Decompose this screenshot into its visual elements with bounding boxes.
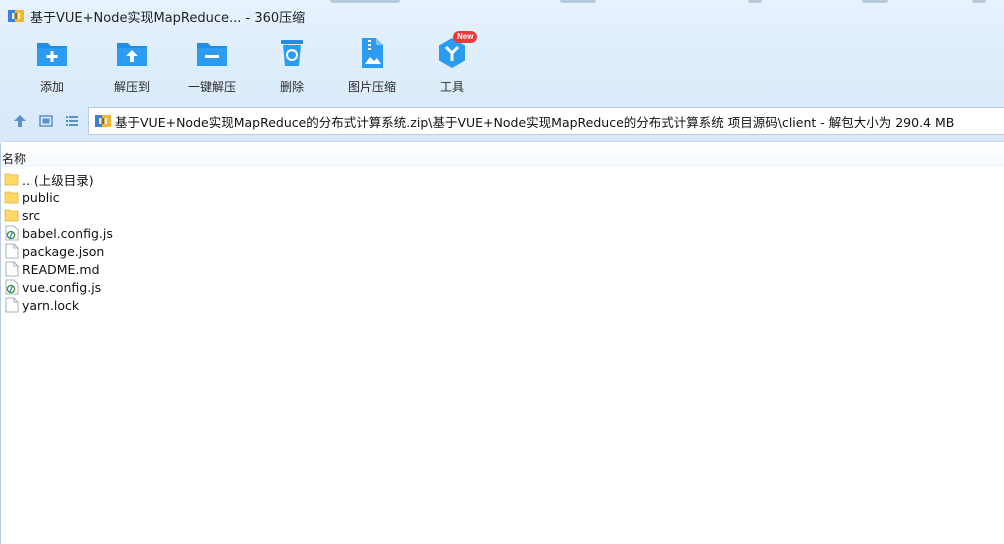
list-item[interactable]: README.md — [4, 260, 113, 278]
list-item[interactable]: .. (上级目录) — [4, 170, 113, 188]
tools-button[interactable]: New 工具 — [412, 31, 492, 100]
navigation-row: 基于VUE+Node实现MapReduce的分布式计算系统.zip\基于VUE+… — [0, 106, 1004, 136]
folder-extract-icon — [115, 36, 149, 70]
new-badge: New — [453, 31, 478, 43]
list-item[interactable]: package.json — [4, 242, 113, 260]
file-list: 名称 .. (上级目录) public src babel.config.js … — [0, 143, 1004, 544]
file-name: README.md — [22, 261, 100, 277]
file-name: yarn.lock — [22, 297, 80, 313]
folder-icon — [4, 207, 20, 223]
delete-button[interactable]: 删除 — [252, 36, 332, 100]
toolbar: 添加 解压到 一键解压 删除 图片压缩 New 工具 — [0, 31, 1004, 100]
list-item[interactable]: babel.config.js — [4, 224, 113, 242]
file-name: src — [22, 207, 41, 223]
file-icon — [4, 297, 20, 313]
title-bar: 基于VUE+Node实现MapReduce... - 360压缩 — [0, 0, 1004, 32]
list-item[interactable]: src — [4, 206, 113, 224]
top-area: 基于VUE+Node实现MapReduce... - 360压缩 添加 解压到 … — [0, 0, 1004, 142]
file-name: public — [22, 189, 60, 205]
window-title: 基于VUE+Node实现MapReduce... - 360压缩 — [30, 10, 306, 26]
add-button[interactable]: 添加 — [12, 36, 92, 100]
tools-icon: New — [435, 31, 478, 70]
thumbnail-view-icon[interactable] — [38, 113, 54, 129]
folder-icon — [4, 189, 20, 205]
one-click-extract-label: 一键解压 — [187, 80, 236, 94]
folder-oneclick-icon — [195, 36, 229, 70]
archive-app-icon — [8, 8, 24, 24]
column-header-name[interactable]: 名称 — [2, 150, 26, 167]
image-compress-button[interactable]: 图片压缩 — [332, 36, 412, 100]
list-item[interactable]: vue.config.js — [4, 278, 113, 296]
file-name: .. (上级目录) — [22, 172, 94, 188]
file-rows: .. (上级目录) public src babel.config.js pac… — [4, 170, 113, 314]
up-arrow-icon[interactable] — [12, 113, 28, 129]
image-compress-icon — [355, 36, 389, 70]
archive-file-icon — [95, 113, 111, 129]
folder-add-icon — [35, 36, 69, 70]
file-name: vue.config.js — [22, 279, 102, 295]
delete-label: 删除 — [279, 80, 304, 94]
app-window: 基于VUE+Node实现MapReduce... - 360压缩 添加 解压到 … — [0, 0, 1004, 544]
file-icon — [4, 261, 20, 277]
list-view-icon[interactable] — [64, 113, 80, 129]
address-path: 基于VUE+Node实现MapReduce的分布式计算系统.zip\基于VUE+… — [115, 114, 955, 130]
list-item[interactable]: public — [4, 188, 113, 206]
js-file-icon — [4, 279, 20, 295]
js-file-icon — [4, 225, 20, 241]
one-click-extract-button[interactable]: 一键解压 — [172, 36, 252, 100]
extract-to-button[interactable]: 解压到 — [92, 36, 172, 100]
file-name: babel.config.js — [22, 225, 113, 241]
list-header: 名称 — [1, 147, 1004, 167]
folder-icon — [4, 171, 20, 187]
add-label: 添加 — [39, 80, 64, 94]
file-name: package.json — [22, 243, 105, 259]
image-compress-label: 图片压缩 — [347, 80, 396, 94]
list-item[interactable]: yarn.lock — [4, 296, 113, 314]
address-bar[interactable]: 基于VUE+Node实现MapReduce的分布式计算系统.zip\基于VUE+… — [88, 107, 1004, 135]
trash-icon — [275, 36, 309, 70]
file-icon — [4, 243, 20, 259]
tools-label: 工具 — [439, 80, 464, 94]
extract-to-label: 解压到 — [113, 80, 150, 94]
